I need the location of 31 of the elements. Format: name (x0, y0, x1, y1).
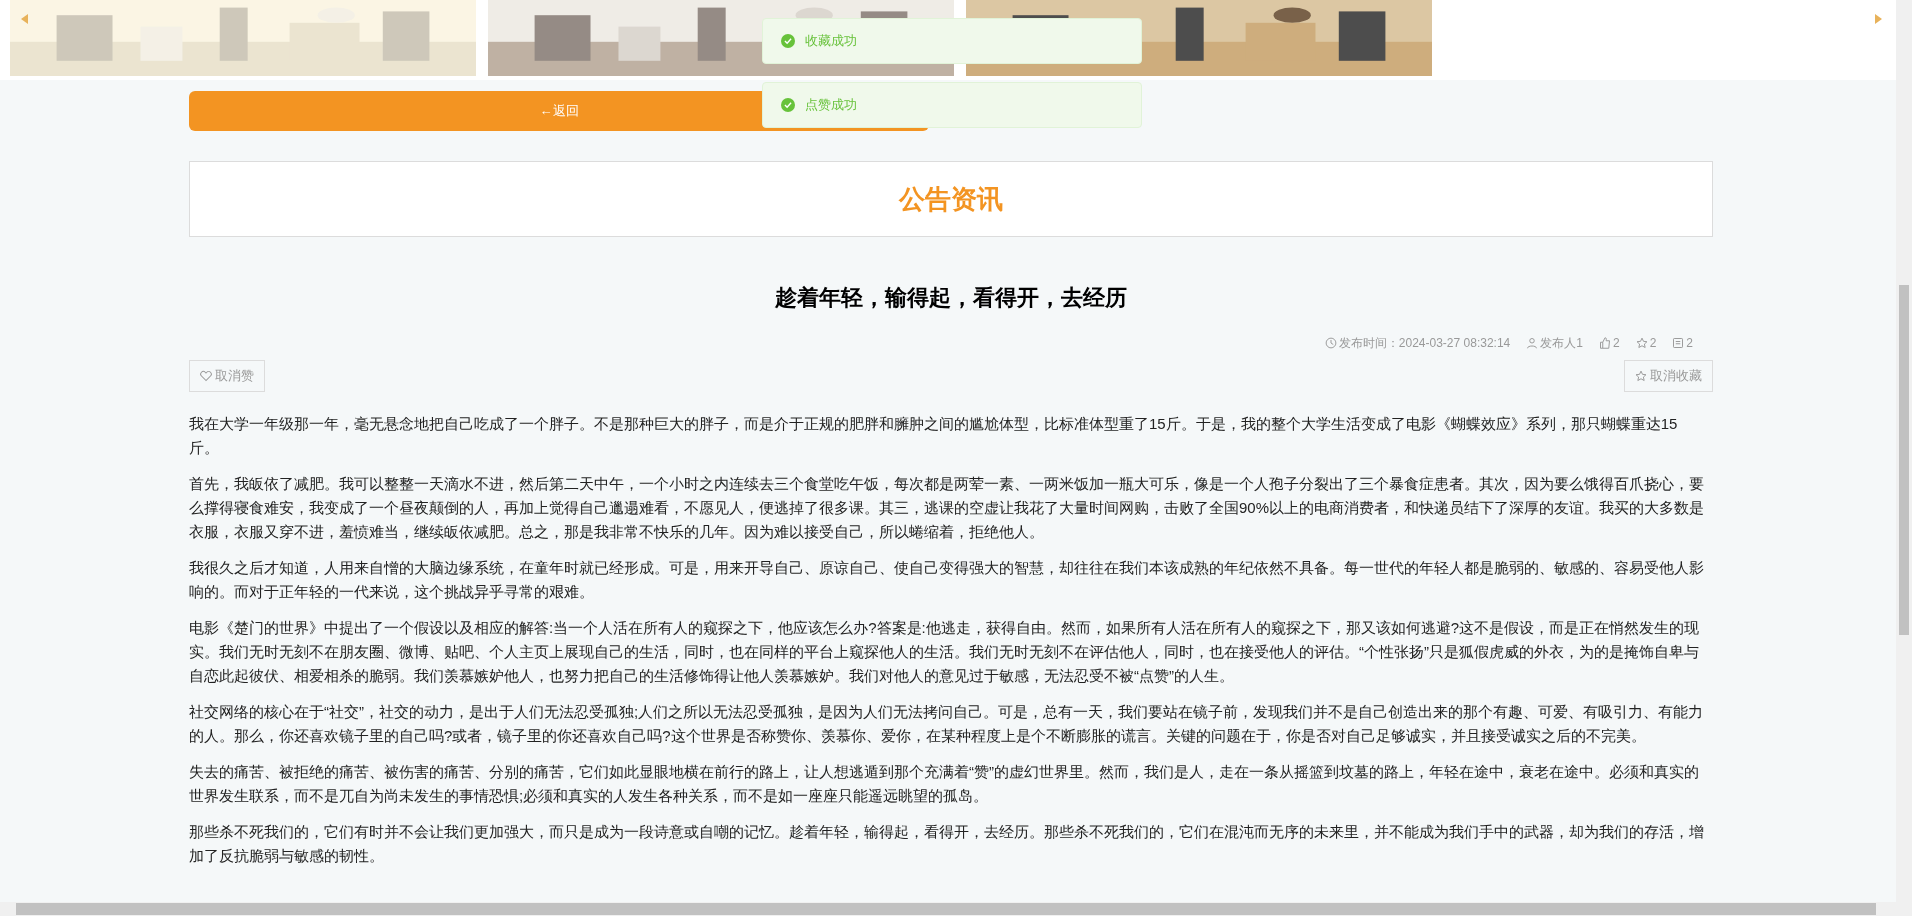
star-icon (1635, 337, 1648, 349)
thumbs-up-icon (1598, 337, 1611, 349)
meta-text: 发布时间：2024-03-27 08:32:14 (1338, 335, 1511, 352)
article-title: 趁着年轻，输得起，看得开，去经历 (774, 284, 1128, 312)
unlike-button[interactable]: 取消赞 (189, 360, 265, 392)
check-icon (781, 98, 795, 112)
star-icon (1635, 370, 1647, 382)
article-paragraph: 那些杀不死我们的，它们有时并不会让我们更加强大，而只是成为一段诗意或自嘲的记忆。趁着年轻，输得起，看得开，去经历。那些杀不死我们的，它们在混沌而无序的未来里，并不能成为我们手中的武器，却为我们的存活，增加了反抗脆弱与敏感的韧性。 (189, 822, 1705, 866)
unfavorite-button[interactable]: 取消收藏 (1624, 360, 1713, 392)
toast-message: 收藏成功 (805, 32, 857, 51)
clock-icon (1324, 337, 1337, 349)
carousel-next-icon[interactable] (1875, 14, 1882, 24)
comment-icon (1672, 337, 1685, 349)
meta-text: 2 (1686, 335, 1693, 352)
article-paragraph: 社交网络的核心在于“社交”，社交的动力，是出于人们无法忍受孤独;人们之所以无法忍受孤独，是因为人们无法拷问自己。可是，总有一天，我们要站在镜子前，发现我们并不是自己创造出来的那个有趣、可爱、有吸引力、有能力的人。那么，你还喜欢镜子里的自己吗?或者，镜子里的你还喜欢自己吗?这个世界是否称赞你、羡慕你、爱你，在某种程度上是个不断膨胀的谎言。关键的问题在于，你是否对自己足够诚实，并且接受诚实之后的不完美。 (189, 702, 1705, 746)
section-title: 公告资讯 (899, 182, 1003, 216)
article-paragraph: 我在大学一年级那一年，毫无悬念地把自己吃成了一个胖子。不是那种巨大的胖子，而是介于正规的肥胖和臃肿之间的尴尬体型，比标准体型重了15斤。于是，我的整个大学生活变成了电影《蝴蝶效应》系列，那只蝴蝶重达15斤。 (189, 414, 1679, 458)
article-paragraph: 首先，我皈依了减肥。我可以整整一天滴水不进，然后第二天中午，一个小时之内连续去三个食堂吃午饭，每次都是两荤一素、一两米饭加一瓶大可乐，像是一个人孢子分裂出了三个暴食症患者。其次，因为要么饿得百爪挠心，要么撑得寝食难安，我变成了一个昼夜颠倒的人，再加上觉得自己邋遢难看，不愿见人，便逃掉了很多课。其三，逃课的空虚让我花了大量时间网购，击败了全国90%以上的电商消费者，和快递员结下了深厚的友谊。我买的大多数是衣服，衣服又穿不进，羞愤难当，继续皈依减肥。总之，那是我非常不快乐的几年。因为难以接受自己，所以蜷缩着，拒绝他人。 (189, 474, 1705, 542)
check-icon (781, 34, 795, 48)
article-paragraph: 电影《楚门的世界》中提出了一个假设以及相应的解答:当一个人活在所有人的窥探之下，他应该怎么办?答案是:他逃走，获得自由。然而，如果所有人活在所有人的窥探之下，那又该如何逃避?这不是假设，而是正在悄然发生的现实。我们无时无刻不在朋友圈、微博、贴吧、个人主页上展现自己的生活，同时，也在同样的平台上窥探他人的生活。我们无时无刻不在评估他人，同时，也在接受他人的评估。“个性张扬”只是狐假虎威的外衣，为的是掩饰自卑与自恋此起彼伏、相爱相杀的脆弱。我们羡慕嫉妒他人，也努力把自己的生活修饰得让他人羡慕嫉妒。我们对他人的意见过于敏感，无法忍受不被“点赞”的人生。 (189, 618, 1701, 686)
meta-text: 2 (1649, 335, 1657, 352)
article-paragraph: 失去的痛苦、被拒绝的痛苦、被伤害的痛苦、分别的痛苦，它们如此显眼地横在前行的路上，让人想逃遁到那个充满着“赞”的虚幻世界里。然而，我们是人，走在一条从摇篮到坟墓的路上，年轻在途中，衰老在途中。必须和真实的世界发生联系，而不是兀自为尚未发生的事情恐惧;必须和真实的人发生各种关系，而不是如一座座只能遥远眺望的孤岛。 (189, 762, 1700, 806)
toast-message: 点赞成功 (805, 96, 857, 115)
heart-icon (200, 370, 212, 382)
horizontal-scrollbar[interactable] (16, 903, 1876, 915)
meta-text: 发布人1 (1540, 335, 1583, 352)
vertical-scrollbar[interactable] (1899, 285, 1909, 635)
user-icon (1526, 337, 1539, 349)
carousel-prev-icon[interactable] (21, 14, 28, 24)
article-paragraph: 我很久之后才知道，人用来自憎的大脑边缘系统，在童年时就已经形成。可是，用来开导自己、原谅自己、使自己变得强大的智慧，却往往在我们本该成熟的年纪依然不具备。每一世代的年轻人都是脆弱的、敏感的、容易受他人影响的。而对于正年轻的一代来说，这个挑战异乎寻常的艰难。 (189, 558, 1705, 602)
meta-text: 2 (1612, 335, 1620, 352)
